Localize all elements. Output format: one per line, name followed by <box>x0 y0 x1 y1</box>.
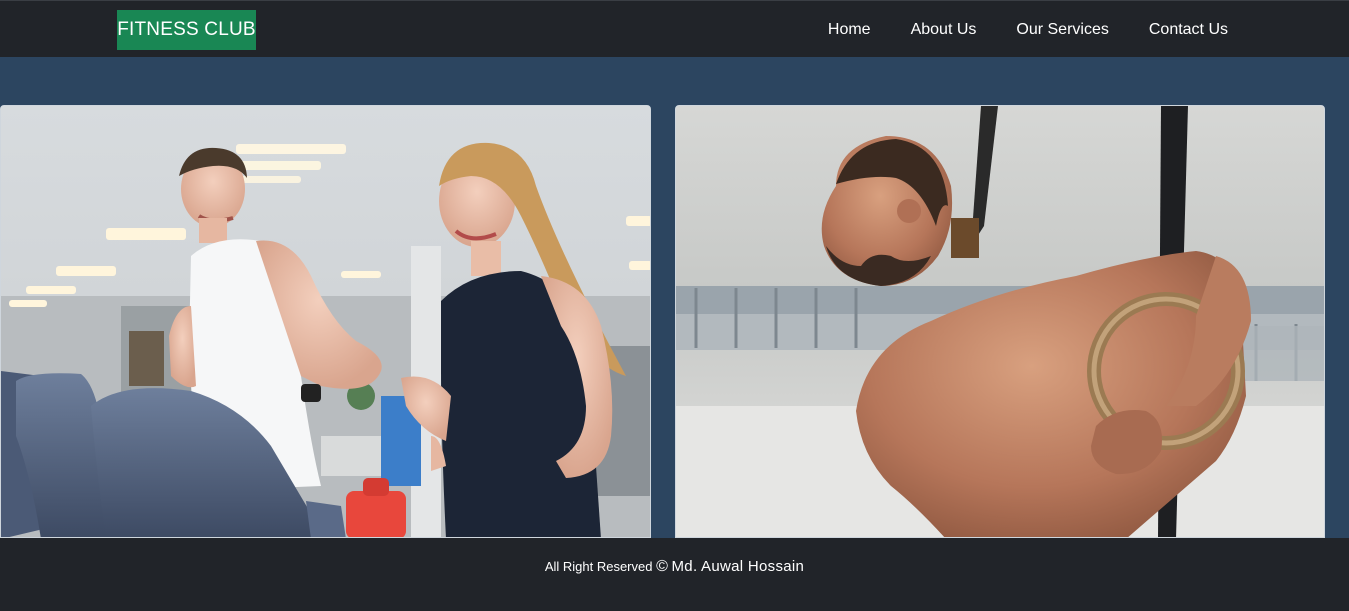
footer: All Right Reserved © Md. Auwal Hossain <box>0 538 1349 611</box>
footer-copyright: All Right Reserved © Md. Auwal Hossain <box>0 557 1349 577</box>
copyright-icon: © <box>656 558 668 575</box>
nav-link-our-services[interactable]: Our Services <box>1016 21 1108 39</box>
nav-link-home[interactable]: Home <box>828 21 871 39</box>
footer-rights-text: All Right Reserved <box>544 559 653 574</box>
footer-author: Md. Auwal Hossain <box>671 558 805 575</box>
navbar: FITNESS CLUB Home About Us Our Services … <box>0 0 1349 57</box>
nav-link-contact-us[interactable]: Contact Us <box>1149 21 1228 39</box>
nav-links: Home About Us Our Services Contact Us <box>828 1 1228 58</box>
image-card-treadmill <box>0 105 651 538</box>
brand-logo[interactable]: FITNESS CLUB <box>117 10 256 50</box>
treadmill-couple-photo <box>1 106 650 537</box>
hero-section <box>0 57 1349 538</box>
nav-link-about-us[interactable]: About Us <box>911 21 977 39</box>
gymnastic-rings-athlete-photo <box>676 106 1324 537</box>
image-card-rings <box>675 105 1325 538</box>
